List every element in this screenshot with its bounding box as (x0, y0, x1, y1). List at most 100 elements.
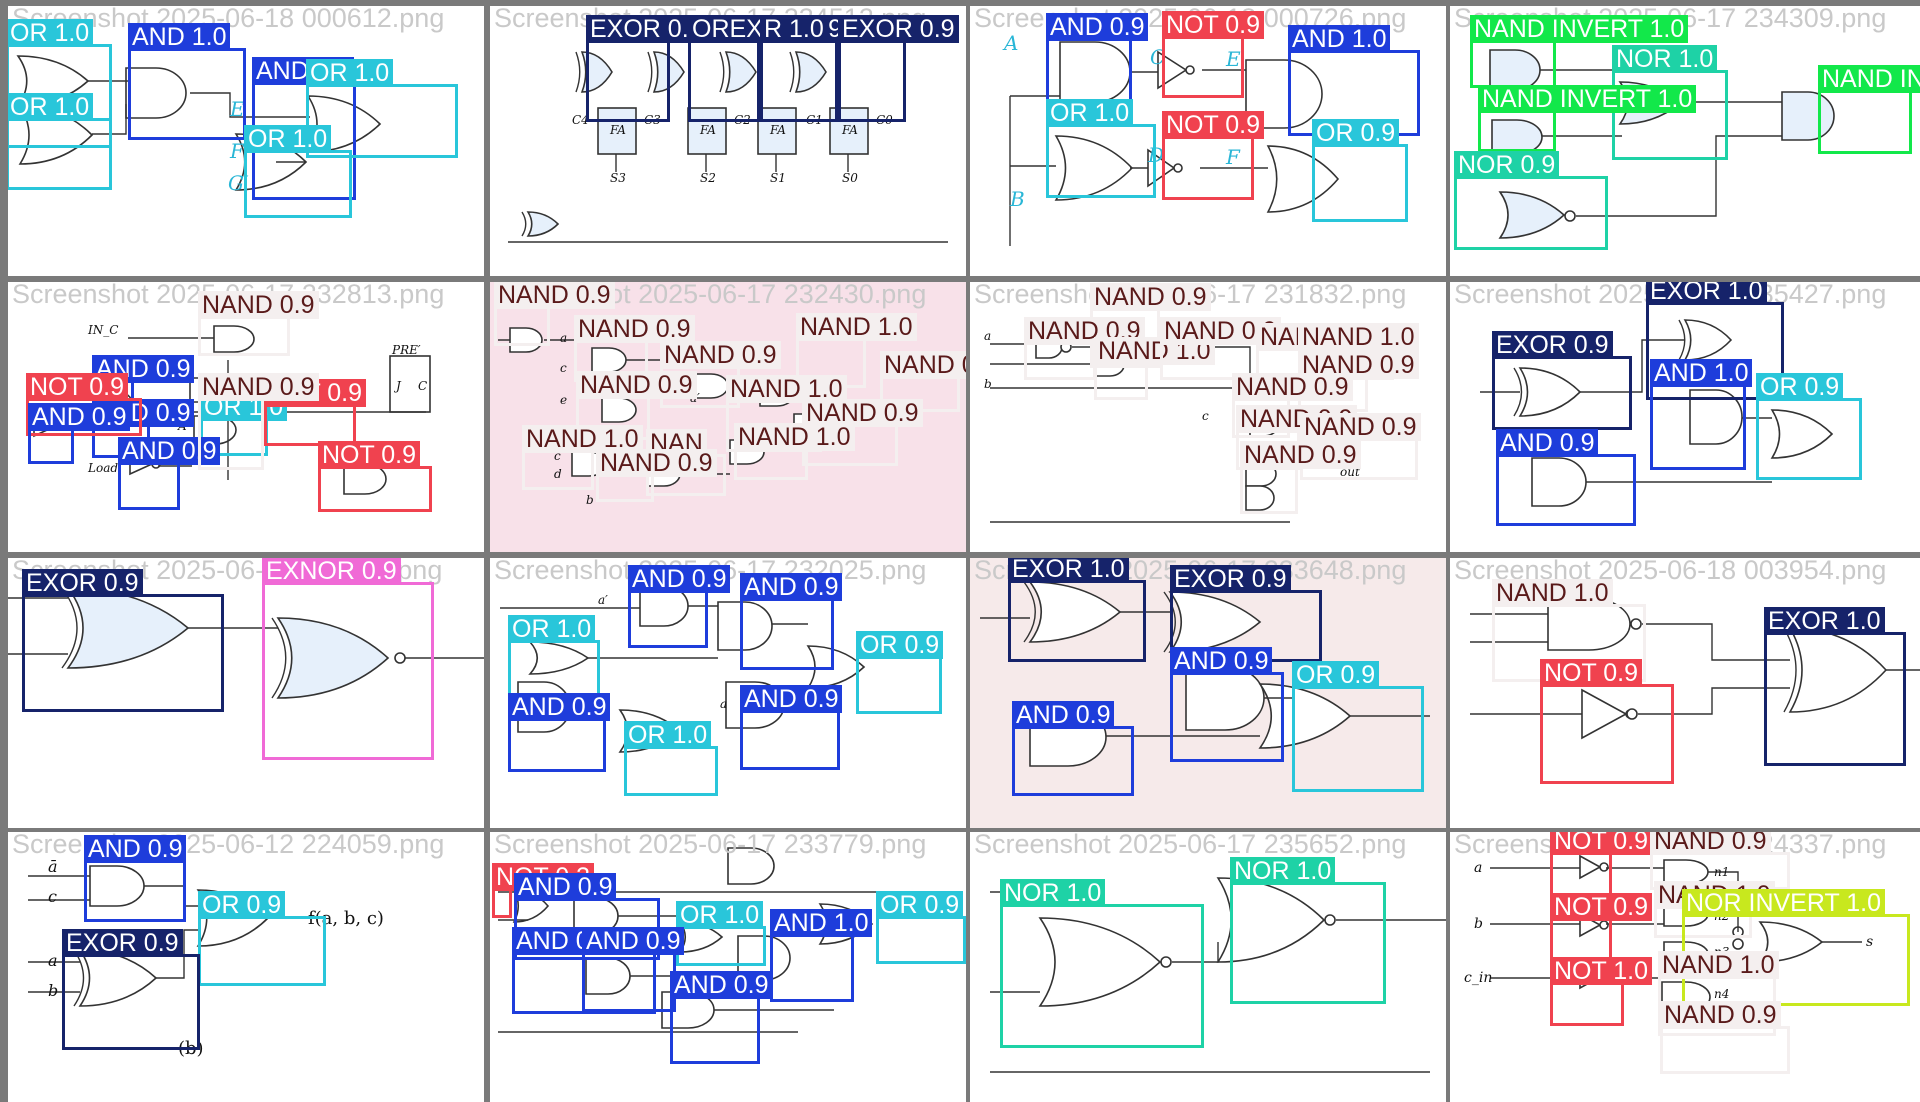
detection-box[interactable]: AND 0.9 (582, 927, 685, 1012)
detection-label: AND 0.9 (740, 685, 843, 713)
svg-text:FA: FA (609, 123, 626, 137)
detection-box[interactable]: EXOR 0.9 (838, 15, 959, 122)
detection-box[interactable]: NAND INVERT 1.0 (1470, 15, 1689, 88)
detection-tile[interactable]: Screenshot 2025-06-17 235652.png NOR 1.0 N… (970, 832, 1446, 1102)
detection-box[interactable]: NAND 0.9 (1024, 317, 1145, 380)
detection-box[interactable]: NOT 0.9 (264, 379, 367, 446)
detection-box[interactable]: OREXOR 0.9 (688, 15, 847, 122)
detection-box[interactable]: NAND INVERT 1.0 (1818, 65, 1920, 154)
detection-box[interactable]: OR 1.0 (8, 93, 112, 190)
detection-tile[interactable]: abc_inn1n2n3n4sScreenshot 2025-06-12 224… (1450, 832, 1920, 1102)
svg-text:c: c (1202, 409, 1209, 423)
detection-label: NOT 1.0 (1550, 957, 1653, 985)
detection-box[interactable]: OR 1.0 (624, 721, 718, 796)
detection-box[interactable]: NOT 0.3 (492, 863, 595, 918)
detection-box[interactable]: AND 0.9 (1012, 701, 1134, 796)
detection-box[interactable]: OR 1.0 (244, 125, 352, 218)
detection-box[interactable]: NOR 1.0 (1230, 857, 1386, 1004)
detection-box[interactable]: AND 1.0 (770, 909, 873, 1002)
detection-tile[interactable]: Screenshot 2025-06-17 233648.pngEXOR 1.0… (970, 558, 1446, 828)
detection-box[interactable]: NOR 0.9 (1454, 151, 1608, 250)
detection-box[interactable]: OR 1.0 (676, 901, 766, 966)
detection-box[interactable]: NOT 1.0 (1550, 957, 1653, 1026)
detection-label: NAND 0.9 (1650, 832, 1771, 855)
detection-label: NAND 0.9 (880, 351, 966, 379)
detection-label: NOR 1.0 (1230, 857, 1336, 885)
svg-text:a′: a′ (598, 593, 608, 607)
detection-box[interactable]: NOR 1.0 (1000, 879, 1204, 1048)
detection-box[interactable]: NOT 0.9 (318, 441, 432, 512)
detection-box[interactable]: EXOR 0.9 (22, 569, 224, 712)
detection-tile[interactable]: IN_CPRE′JCALoad′Screenshot 2025-06-17 23… (8, 282, 484, 552)
detection-box[interactable]: EXOR 1.0 (1008, 558, 1146, 662)
detection-label: AND 0.9 (670, 971, 773, 999)
detection-tile[interactable]: E F G′ Screenshot 2025-06-18 000612.png OR 1… (8, 6, 484, 276)
svg-text:FA: FA (699, 123, 716, 137)
detection-box[interactable]: OR 0.9 (876, 891, 966, 964)
detection-box[interactable]: OR 0.9 (1756, 373, 1862, 480)
detection-box[interactable]: EXOR 0.9 (586, 15, 707, 122)
detection-label: AND 0.9 (582, 927, 685, 955)
detection-tile[interactable]: acecdba′Screenshot 2025-06-17 232430.png… (490, 282, 966, 552)
detection-box[interactable]: AND 0.9 (84, 835, 187, 922)
detection-box[interactable]: NOR 1.0 (1612, 45, 1728, 160)
detection-tile[interactable]: Screenshot 2025-06-17 234309.pngNAND INV… (1450, 6, 1920, 276)
svg-text:a: a (720, 697, 727, 711)
svg-text:c: c (48, 887, 57, 906)
detection-box[interactable]: OR 0.9 (856, 631, 944, 714)
detection-box[interactable]: NAND 1.0 (522, 425, 643, 490)
detection-box[interactable]: AND 0.9 (740, 573, 843, 670)
detection-tile[interactable]: Screenshot 2025-06-17 234411.png EXOR 0.9… (8, 558, 484, 828)
detection-box[interactable]: R 1.0 (760, 15, 838, 122)
detection-box[interactable]: NAND 1.0 (734, 423, 855, 480)
detection-tile[interactable]: ABCDEFScreenshot 2025-06-18 000726.pngAN… (970, 6, 1446, 276)
detection-box[interactable]: AND 0.9 (28, 403, 131, 464)
detection-box[interactable]: AND 0.9 (670, 971, 773, 1064)
detection-box[interactable]: EXOR 0.9 (62, 929, 200, 1050)
detection-label: NAND 0.9 (1240, 441, 1361, 469)
detection-box[interactable]: OR 1.0 (1046, 99, 1156, 198)
detection-label: OR 0.9 (876, 891, 964, 919)
detection-box[interactable]: NAND INVERT 1.0 (1478, 85, 1697, 152)
detection-box[interactable]: NAND 0.9 (494, 282, 615, 346)
detection-label: EXOR 1.0 (1646, 282, 1767, 305)
detection-box[interactable]: AND 0.9 (508, 693, 611, 772)
detection-box[interactable]: AND 0.9 (740, 685, 843, 770)
detection-label: NAND 0.9 (660, 341, 781, 369)
detection-box[interactable]: AND 0.9 (1170, 647, 1284, 762)
detection-label: NAND 1.0 (1298, 323, 1419, 351)
detection-box[interactable]: NOT 0.9 (1162, 111, 1265, 200)
detection-box[interactable]: AND 0.9 (118, 437, 221, 510)
detection-box[interactable]: AND 0.9 (1496, 429, 1636, 526)
detection-box[interactable]: NAND 0.9 (1660, 1001, 1790, 1074)
detection-box[interactable]: AND 1.0 (1650, 359, 1753, 470)
detection-box[interactable]: NOT 0.9 (1540, 659, 1674, 784)
detection-label: NOT 0.9 (26, 373, 129, 401)
detection-box[interactable]: AND 0.9 (628, 565, 731, 648)
detection-tile[interactable]: Screenshot 2025-06-17 235427.pngEXOR 1.0… (1450, 282, 1920, 552)
detection-box[interactable]: NAND 0.9 (198, 291, 319, 356)
detection-box[interactable]: NOT 0.9 (1162, 11, 1265, 98)
detection-tile[interactable]: FAFAFAFAC4C3C2C1C0S3S2S1S0Screenshot 202… (490, 6, 966, 276)
detection-box[interactable]: NAND 0.9 (1240, 441, 1361, 514)
detection-tile[interactable]: abcoutScreenshot 2025-06-17 231832.pngNA… (970, 282, 1446, 552)
detection-box[interactable]: NAND 0.9 (198, 373, 319, 470)
detection-label: NOR 1.0 (1000, 879, 1106, 907)
detection-box[interactable]: OR 0.9 (198, 891, 326, 986)
detection-box[interactable]: OR 0.9 (1292, 661, 1424, 792)
detection-box[interactable]: EXOR 1.0 (1764, 607, 1906, 766)
detection-tile[interactable]: f(a, b, c) ā c a b (b) Screenshot 2025-06-12 2… (8, 832, 484, 1102)
detection-box[interactable]: AND 1.0 (128, 23, 246, 140)
detection-box[interactable]: NAND 1.0 (1094, 337, 1215, 400)
svg-text:FA: FA (841, 123, 858, 137)
detection-box[interactable]: NAND 0.9 (596, 449, 717, 502)
detection-label: NAND 0.9 (494, 282, 615, 309)
detection-box[interactable]: EXNOR 0.9 (262, 558, 434, 760)
detection-label: NAND INVERT 1.0 (1470, 15, 1689, 43)
svg-text:a: a (48, 951, 58, 970)
detection-tile[interactable]: a′aScreenshot 2025-06-17 232025.pngAND 0… (490, 558, 966, 828)
detection-box[interactable]: OR 0.9 (1312, 119, 1408, 222)
detection-tile[interactable]: Screenshot 2025-06-17 233779.pngNOT 0.3A… (490, 832, 966, 1102)
detection-tile[interactable]: Screenshot 2025-06-18 003954.png NAND 1.0… (1450, 558, 1920, 828)
detection-box[interactable]: EXOR 0.9 (1492, 331, 1632, 430)
